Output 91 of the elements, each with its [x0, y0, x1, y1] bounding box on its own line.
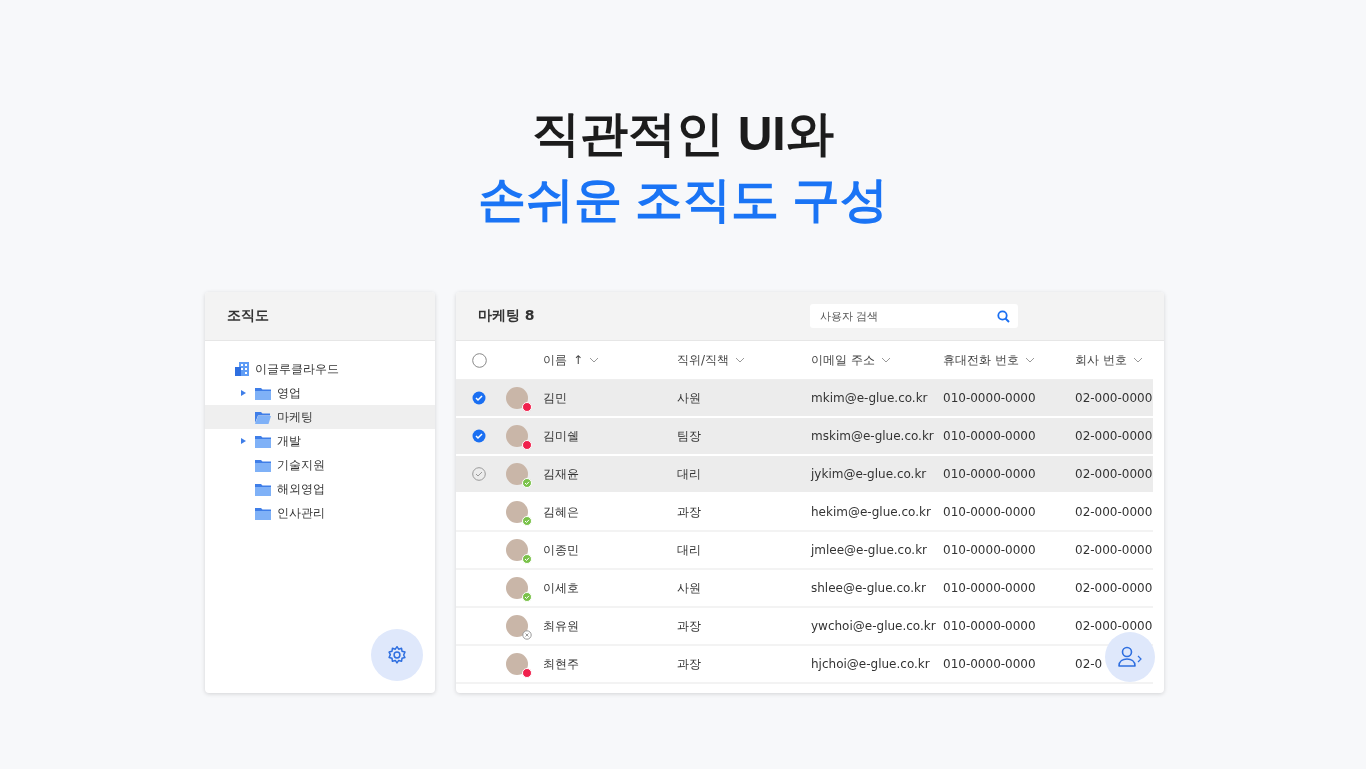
avatar	[506, 501, 528, 523]
column-header[interactable]: 이름	[543, 351, 567, 369]
position-cell-text: 과장	[677, 503, 702, 521]
email-cell-text: hjchoi@e-glue.co.kr	[811, 657, 931, 671]
phone-cell: 02-000-0000	[1075, 429, 1153, 443]
email-cell-text: ywchoi@e-glue.co.kr	[811, 619, 937, 633]
name-cell-text: 최현주	[543, 655, 580, 673]
name-cell-text: 김혜은	[543, 503, 580, 521]
avatar	[506, 463, 528, 485]
position-cell-text: 팀장	[677, 427, 702, 445]
phone-cell-text: 010-0000-0000	[943, 429, 1037, 443]
email-cell-text: jykim@e-glue.co.kr	[811, 467, 928, 481]
phone-cell: 02-000-0000	[1075, 543, 1153, 557]
tree-item[interactable]: 해외영업	[205, 477, 435, 501]
folder-icon	[255, 482, 271, 496]
avatar	[506, 425, 528, 447]
tree-item[interactable]: 기술지원	[205, 453, 435, 477]
avatar	[506, 539, 528, 561]
column-header[interactable]: 휴대전화 번호	[943, 351, 1019, 369]
column-header[interactable]: 회사 번호	[1075, 351, 1127, 369]
phone-cell-text: 02-0	[1075, 657, 1104, 671]
sort-arrow[interactable]: ↑	[573, 353, 584, 367]
avatar	[506, 577, 528, 599]
user-arrow-icon	[1117, 646, 1143, 668]
position-cell-text: 사원	[677, 389, 702, 407]
tree-item[interactable]: 이글루클라우드	[255, 360, 339, 378]
settings-button[interactable]	[371, 629, 423, 681]
folder-icon	[255, 386, 271, 400]
phone-cell: 02-000-0000	[1075, 619, 1153, 633]
folder-icon	[255, 458, 271, 472]
name-cell-text: 이종민	[543, 541, 580, 559]
avatar	[506, 615, 528, 637]
position-cell-text: 대리	[677, 541, 702, 559]
headline: 직관적인 UI와	[532, 106, 834, 162]
chevron-down-icon[interactable]	[589, 357, 600, 363]
chevron-down-icon[interactable]	[1024, 357, 1035, 363]
phone-cell-text: 010-0000-0000	[943, 619, 1037, 633]
phone-cell-text: 010-0000-0000	[943, 581, 1037, 595]
avatar	[506, 653, 528, 675]
email-cell-text: jmlee@e-glue.co.kr	[811, 543, 928, 557]
position-cell-text: 대리	[677, 465, 702, 483]
panel-title: 조직도	[227, 307, 269, 325]
selected-row[interactable]: 김미쉘 팀장 mskim@e-glue.co.kr 010-0000-0000 02-000-0000	[456, 418, 1153, 456]
name-cell-text: 김민	[543, 389, 568, 407]
checkbox[interactable]	[472, 429, 486, 443]
position-cell-text: 사원	[677, 579, 702, 597]
email-cell-text: shlee@e-glue.co.kr	[811, 581, 927, 595]
checkbox[interactable]	[472, 391, 486, 405]
selected-row[interactable]: 김재윤 대리 jykim@e-glue.co.kr 010-0000-0000 02-000-0000	[456, 456, 1153, 494]
tree-item[interactable]: 영업	[205, 381, 435, 405]
checkbox[interactable]	[472, 467, 486, 481]
search-field[interactable]: 사용자 검색	[820, 309, 980, 323]
folder-icon	[255, 506, 271, 520]
phone-cell: 02-000-0000	[1075, 505, 1153, 519]
name-cell-text: 김재윤	[543, 465, 580, 483]
name-cell-text: 이세호	[543, 579, 580, 597]
chevron-down-icon[interactable]	[735, 357, 746, 363]
tree-item[interactable]: 마케팅	[205, 405, 435, 429]
chevron-down-icon[interactable]	[1132, 357, 1143, 363]
selected-row[interactable]: 김민 사원 mkim@e-glue.co.kr 010-0000-0000 02-000-0000	[456, 380, 1153, 418]
phone-cell-text: 010-0000-0000	[943, 543, 1037, 557]
position-cell-text: 과장	[677, 617, 702, 635]
position-cell-text: 과장	[677, 655, 702, 673]
tree-item[interactable]: 인사관리	[205, 501, 435, 525]
email-cell-text: mskim@e-glue.co.kr	[811, 429, 935, 443]
headline: 손쉬운 조직도 구성	[477, 172, 889, 228]
search-icon[interactable]	[997, 309, 1010, 323]
phone-cell-text: 010-0000-0000	[943, 657, 1037, 671]
phone-cell-text: 010-0000-0000	[943, 505, 1037, 519]
folder-icon	[255, 410, 271, 424]
settings-icon	[387, 645, 407, 665]
panel-title: 마케팅 8	[478, 307, 535, 325]
email-cell-text: hekim@e-glue.co.kr	[811, 505, 932, 519]
phone-cell-text: 010-0000-0000	[943, 467, 1037, 481]
column-header[interactable]: 직위/직책	[677, 351, 730, 369]
column-header[interactable]: 이메일 주소	[811, 351, 875, 369]
phone-cell: 02-000-0000	[1075, 581, 1153, 595]
email-cell-text: mkim@e-glue.co.kr	[811, 391, 929, 405]
building-icon	[235, 362, 249, 376]
phone-cell: 02-000-0000	[1075, 391, 1153, 405]
chevron-down-icon[interactable]	[880, 357, 891, 363]
tree-item[interactable]: 개발	[205, 429, 435, 453]
avatar	[506, 387, 528, 409]
phone-cell: 02-000-0000	[1075, 467, 1153, 481]
name-cell-text: 최유원	[543, 617, 580, 635]
phone-cell-text: 010-0000-0000	[943, 391, 1037, 405]
search-bar[interactable]: 사용자 검색	[810, 304, 1018, 328]
user-button[interactable]	[1105, 632, 1155, 682]
name-cell-text: 김미쉘	[543, 427, 580, 445]
select-all-checkbox[interactable]	[471, 352, 487, 368]
folder-icon	[255, 434, 271, 448]
